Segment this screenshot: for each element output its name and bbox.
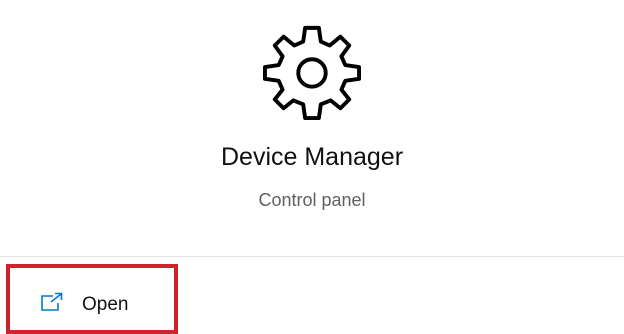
open-button[interactable]: Open bbox=[6, 264, 178, 334]
app-title: Device Manager bbox=[220, 143, 404, 171]
open-external-icon bbox=[41, 292, 63, 311]
open-label: Open bbox=[82, 294, 129, 315]
app-details-panel: Device Manager Control panel Open bbox=[0, 0, 624, 334]
app-type-label: Control panel bbox=[258, 190, 366, 210]
divider bbox=[0, 256, 624, 257]
gear-icon bbox=[263, 25, 361, 120]
